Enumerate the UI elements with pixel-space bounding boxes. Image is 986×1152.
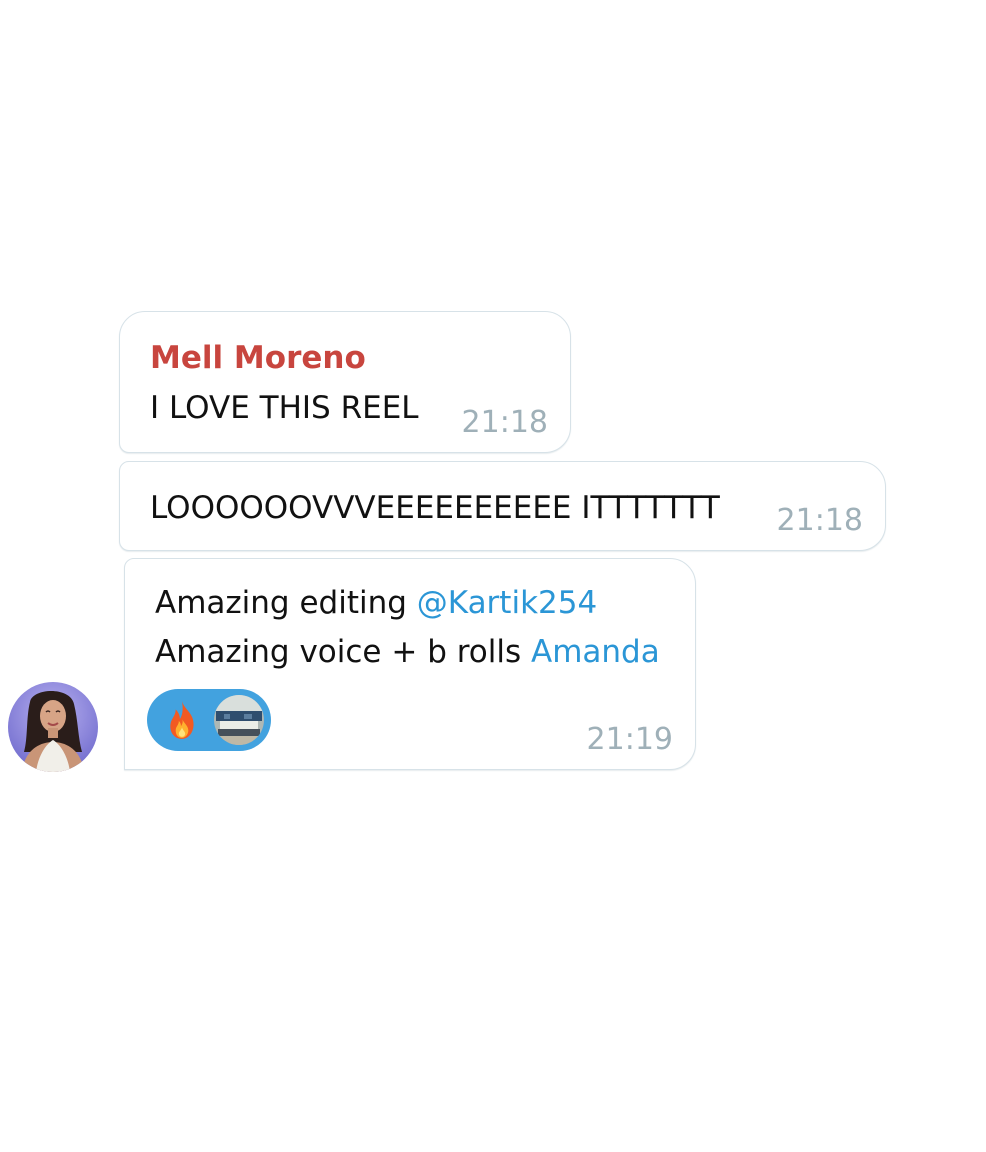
sender-avatar[interactable] — [8, 682, 98, 772]
message-bubble[interactable]: Mell Moreno I LOVE THIS REEL 21:18 — [119, 311, 571, 453]
message-bubble[interactable]: Amazing editing @Kartik254 Amazing voice… — [124, 558, 696, 770]
message-text: Amazing editing — [155, 585, 417, 621]
sender-name[interactable]: Mell Moreno — [150, 340, 366, 376]
reactor-avatar-image — [214, 695, 264, 745]
message-line: Amazing editing @Kartik254 — [155, 585, 597, 621]
avatar-image — [8, 682, 98, 772]
message-time: 21:18 — [776, 503, 863, 538]
message-text: LOOOOOOVVVEEEEEEEEEE ITTTTTTT — [150, 490, 720, 526]
mention-link[interactable]: @Kartik254 — [417, 585, 597, 621]
mention-link[interactable]: Amanda — [531, 634, 660, 670]
message-time: 21:19 — [586, 722, 673, 757]
fire-icon — [170, 701, 194, 739]
chat-area: Mell Moreno I LOVE THIS REEL 21:18 LOOOO… — [0, 0, 986, 1152]
message-time: 21:18 — [461, 405, 548, 440]
reactor-avatar — [212, 693, 266, 747]
message-text: I LOVE THIS REEL — [150, 390, 419, 426]
message-text: Amazing voice + b rolls — [155, 634, 531, 670]
message-bubble[interactable]: LOOOOOOVVVEEEEEEEEEE ITTTTTTT 21:18 — [119, 461, 886, 551]
message-line: Amazing voice + b rolls Amanda — [155, 634, 660, 670]
reaction-chip[interactable] — [147, 689, 271, 751]
